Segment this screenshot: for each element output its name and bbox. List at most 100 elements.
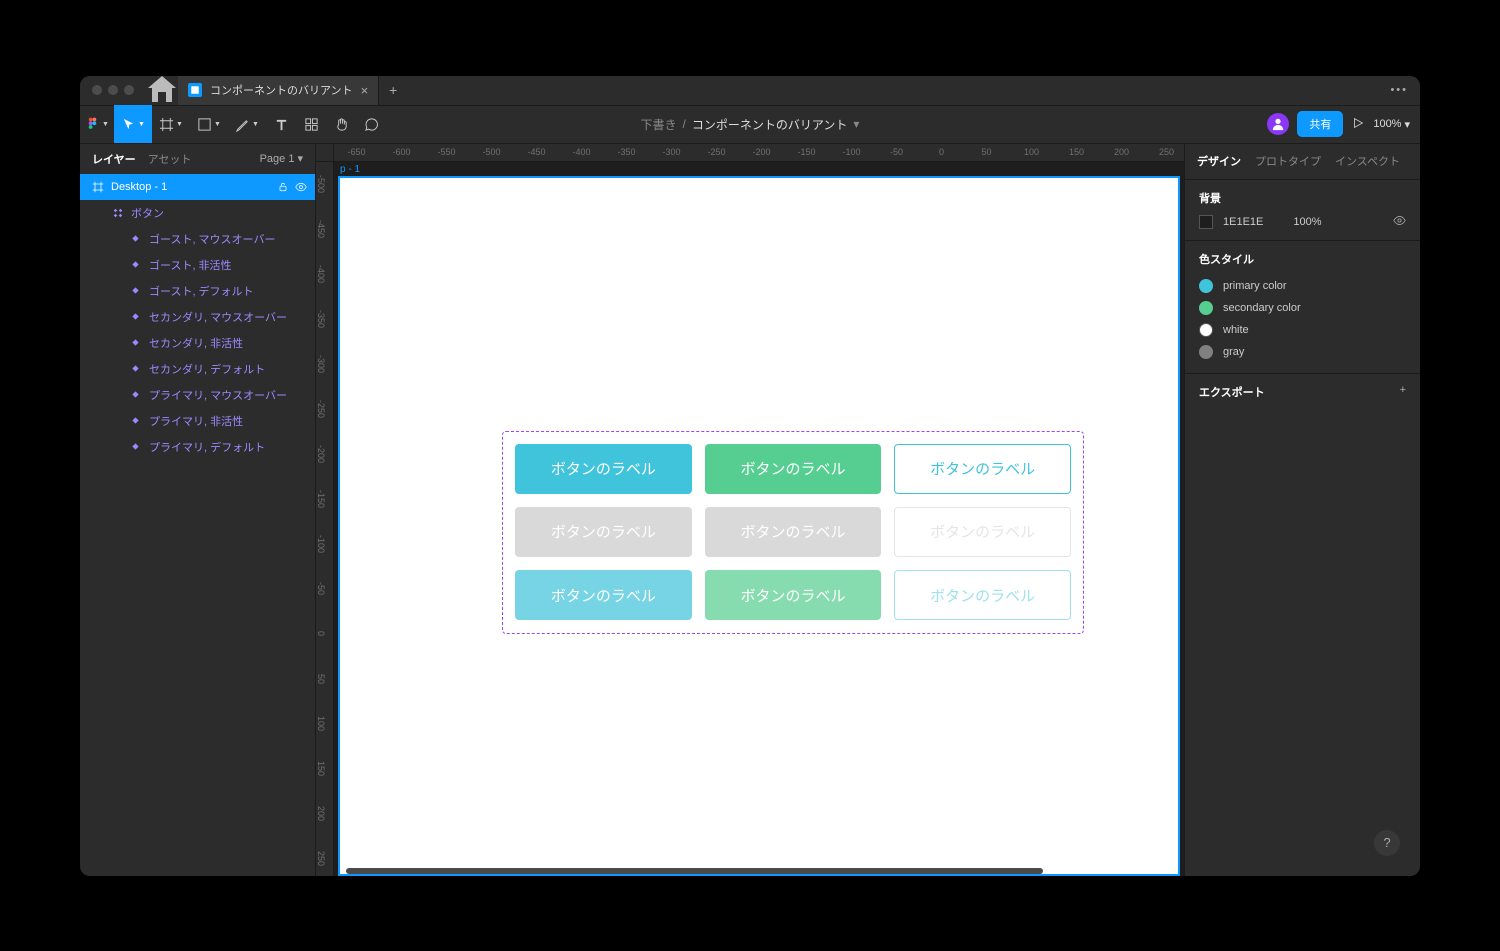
minimize-dot[interactable] — [108, 85, 118, 95]
button-primary-hover[interactable]: ボタンのラベル — [515, 570, 692, 620]
layer-row[interactable]: セカンダリ, 非活性 — [80, 330, 315, 356]
user-avatar[interactable] — [1267, 113, 1289, 135]
chevron-down-icon: ▼ — [138, 121, 145, 128]
zoom-control[interactable]: 100% ▾ — [1373, 118, 1410, 131]
bg-hex: 1E1E1E — [1223, 216, 1263, 228]
file-icon — [188, 83, 202, 97]
resources-tool[interactable] — [296, 105, 326, 143]
left-panel-tabs: レイヤー アセット Page 1 ▾ — [80, 144, 315, 174]
tab-assets[interactable]: アセット — [148, 151, 192, 167]
layer-icon — [128, 309, 143, 324]
chevron-down-icon: ▼ — [102, 121, 109, 128]
document-tab[interactable]: コンポーネントのバリアント × — [178, 76, 379, 106]
layer-row[interactable]: ゴースト, デフォルト — [80, 278, 315, 304]
style-name: white — [1223, 324, 1249, 336]
chevron-down-icon: ▾ — [1404, 118, 1410, 131]
shape-tool[interactable]: ▼ — [190, 105, 228, 143]
layer-row[interactable]: プライマリ, デフォルト — [80, 434, 315, 460]
tab-inspect[interactable]: インスペクト — [1335, 153, 1400, 169]
window-controls[interactable] — [80, 85, 146, 95]
canvas[interactable]: -650-600-550-500-450-400-350-300-250-200… — [316, 144, 1184, 876]
color-style-row[interactable]: primary color — [1199, 275, 1406, 297]
ruler-horizontal: -650-600-550-500-450-400-350-300-250-200… — [334, 144, 1184, 162]
bg-title: 背景 — [1199, 190, 1406, 206]
layer-row[interactable]: セカンダリ, デフォルト — [80, 356, 315, 382]
frame-tool[interactable]: ▼ — [152, 105, 190, 143]
layer-icon — [128, 361, 143, 376]
help-button[interactable]: ? — [1374, 830, 1400, 856]
button-secondary-default[interactable]: ボタンのラベル — [705, 444, 882, 494]
bg-swatch[interactable] — [1199, 215, 1213, 229]
doc-status: 下書き — [641, 116, 677, 133]
close-dot[interactable] — [92, 85, 102, 95]
color-style-row[interactable]: secondary color — [1199, 297, 1406, 319]
button-secondary-hover[interactable]: ボタンのラベル — [705, 570, 882, 620]
page-selector[interactable]: Page 1 ▾ — [260, 152, 303, 165]
right-panel-tabs: デザイン プロトタイプ インスペクト — [1185, 144, 1420, 180]
present-button[interactable] — [1351, 116, 1365, 133]
tab-prototype[interactable]: プロトタイプ — [1255, 153, 1321, 169]
horizontal-scrollbar[interactable] — [346, 866, 1166, 876]
layer-row[interactable]: Desktop - 1 — [80, 174, 315, 200]
button-primary-disabled[interactable]: ボタンのラベル — [515, 507, 692, 557]
color-style-row[interactable]: white — [1199, 319, 1406, 341]
visibility-icon[interactable] — [1393, 214, 1406, 230]
page-label: Page 1 — [260, 153, 295, 165]
figma-menu-button[interactable]: ▼ — [80, 105, 114, 143]
layer-row[interactable]: ボタン — [80, 200, 315, 226]
button-primary-default[interactable]: ボタンのラベル — [515, 444, 692, 494]
new-tab-button[interactable]: + — [379, 82, 407, 98]
component-variant-frame[interactable]: ボタンのラベル ボタンのラベル ボタンのラベル ボタンのラベル ボタンのラベル … — [502, 431, 1084, 634]
more-icon: ••• — [1390, 84, 1408, 96]
ruler-vertical: -500-450-400-350-300-250-200-150-100-500… — [316, 162, 334, 876]
hand-tool[interactable] — [326, 105, 356, 143]
layer-name: プライマリ, 非活性 — [149, 413, 307, 429]
comment-tool[interactable] — [356, 105, 386, 143]
maximize-dot[interactable] — [124, 85, 134, 95]
layer-icon — [128, 283, 143, 298]
layer-name: ボタン — [131, 205, 307, 221]
layer-row[interactable]: プライマリ, 非活性 — [80, 408, 315, 434]
share-button[interactable]: 共有 — [1297, 111, 1343, 137]
frame-label[interactable]: p - 1 — [340, 164, 360, 175]
export-title: エクスポート — [1199, 384, 1406, 400]
layer-row[interactable]: ゴースト, マウスオーバー — [80, 226, 315, 252]
button-secondary-disabled[interactable]: ボタンのラベル — [705, 507, 882, 557]
tab-layers[interactable]: レイヤー — [92, 151, 136, 167]
layer-row[interactable]: セカンダリ, マウスオーバー — [80, 304, 315, 330]
layer-icon — [110, 205, 125, 220]
pen-tool[interactable]: ▼ — [228, 105, 266, 143]
zoom-value: 100% — [1373, 118, 1401, 130]
button-ghost-disabled[interactable]: ボタンのラベル — [894, 507, 1071, 557]
move-tool[interactable]: ▼ — [114, 105, 152, 143]
background-color-row[interactable]: 1E1E1E 100% — [1199, 214, 1406, 230]
chevron-down-icon: ▼ — [214, 121, 221, 128]
button-ghost-default[interactable]: ボタンのラベル — [894, 444, 1071, 494]
layer-row[interactable]: ゴースト, 非活性 — [80, 252, 315, 278]
layer-name: セカンダリ, デフォルト — [149, 361, 307, 377]
add-export-button[interactable]: + — [1400, 384, 1406, 396]
layer-list: Desktop - 1 ボタンゴースト, マウスオーバーゴースト, 非活性ゴースト… — [80, 174, 315, 876]
tab-design[interactable]: デザイン — [1197, 153, 1241, 169]
figma-window: コンポーネントのバリアント × + ••• ▼ ▼ ▼ ▼ ▼ — [80, 76, 1420, 876]
titlebar-menu[interactable]: ••• — [1390, 84, 1420, 96]
color-swatch — [1199, 279, 1213, 293]
scrollbar-thumb[interactable] — [346, 868, 1043, 874]
document-title[interactable]: 下書き / コンポーネントのバリアント ▾ — [641, 116, 860, 133]
layer-icon — [128, 335, 143, 350]
artboard-desktop-1[interactable]: ボタンのラベル ボタンのラベル ボタンのラベル ボタンのラベル ボタンのラベル … — [340, 178, 1178, 874]
bg-opacity: 100% — [1293, 216, 1321, 228]
titlebar: コンポーネントのバリアント × + ••• — [80, 76, 1420, 106]
color-style-row[interactable]: gray — [1199, 341, 1406, 363]
button-ghost-hover[interactable]: ボタンのラベル — [894, 570, 1071, 620]
layer-name: セカンダリ, 非活性 — [149, 335, 307, 351]
right-panel: デザイン プロトタイプ インスペクト 背景 1E1E1E 100% 色スタイル … — [1184, 144, 1420, 876]
home-button[interactable] — [146, 76, 178, 106]
layer-row[interactable]: プライマリ, マウスオーバー — [80, 382, 315, 408]
layer-name: ゴースト, デフォルト — [149, 283, 307, 299]
close-tab-icon[interactable]: × — [361, 83, 369, 98]
export-section: + エクスポート — [1185, 374, 1420, 418]
layer-name: セカンダリ, マウスオーバー — [149, 309, 307, 325]
layer-icon — [128, 257, 143, 272]
text-tool[interactable] — [266, 105, 296, 143]
